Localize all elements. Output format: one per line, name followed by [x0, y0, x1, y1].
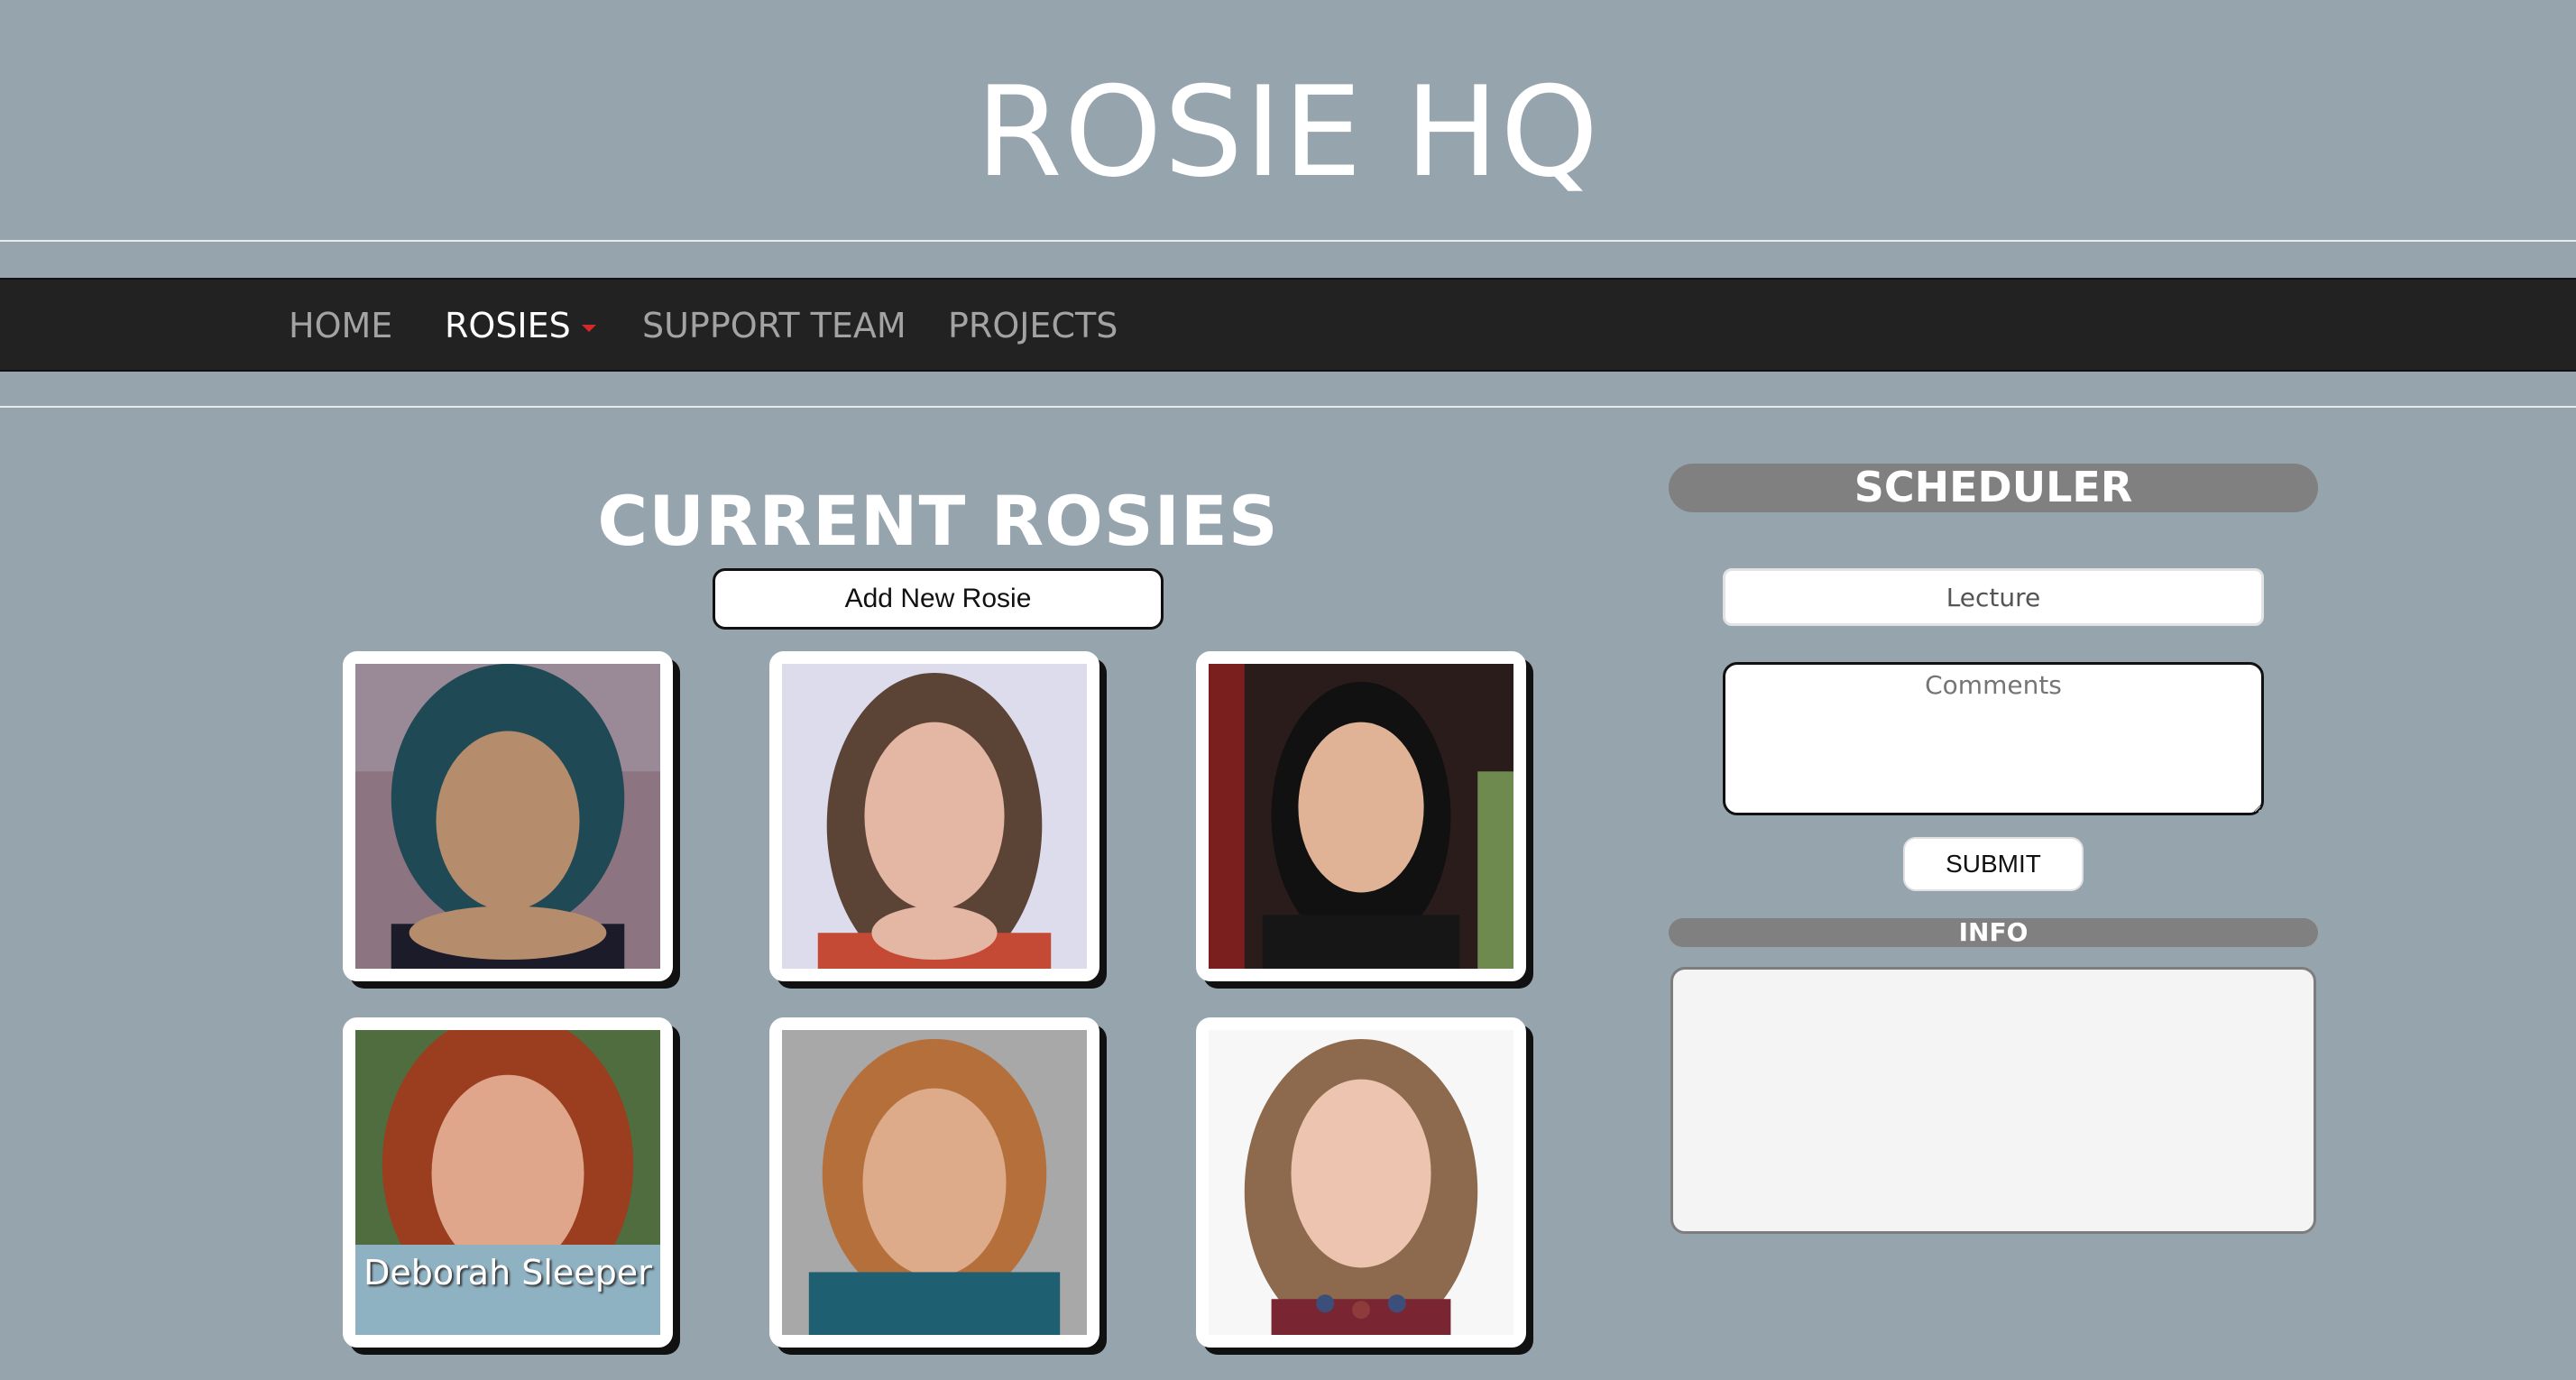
info-heading: INFO	[1669, 918, 2318, 947]
rosie-card[interactable]	[1196, 1017, 1526, 1348]
nav-home-label: HOME	[289, 306, 393, 345]
add-new-rosie-button[interactable]: Add New Rosie	[713, 568, 1164, 630]
submit-button[interactable]: SUBMIT	[1903, 837, 2084, 891]
info-panel	[1670, 967, 2316, 1234]
rosie-card[interactable]	[769, 1017, 1099, 1348]
scheduler-heading: SCHEDULER	[1669, 464, 2318, 512]
event-type-input[interactable]	[1723, 568, 2264, 626]
nav-rosies-label: ROSIES	[445, 306, 571, 345]
header-divider-top	[0, 240, 2576, 242]
main-navbar: HOME ROSIES SUPPORT TEAM PROJECTS	[0, 278, 2576, 372]
nav-rosies[interactable]: ROSIES	[445, 303, 596, 348]
rosie-card[interactable]: Deborah Sleeper	[343, 1017, 673, 1348]
rosie-photo: Deborah Sleeper	[355, 1030, 660, 1335]
rosie-card[interactable]	[343, 651, 673, 981]
rosie-photo	[782, 664, 1087, 969]
rosie-photo	[1209, 1030, 1513, 1335]
nav-support-team-label: SUPPORT TEAM	[642, 306, 906, 345]
rosie-name-label: Deborah Sleeper	[355, 1245, 660, 1335]
nav-projects-label: PROJECTS	[948, 306, 1118, 345]
nav-projects[interactable]: PROJECTS	[948, 303, 1118, 348]
comments-textarea[interactable]	[1723, 662, 2264, 815]
site-title: ROSIE HQ	[975, 60, 1601, 205]
nav-home[interactable]: HOME	[289, 303, 392, 348]
rosie-photo	[782, 1030, 1087, 1335]
rosie-photo	[355, 664, 660, 969]
rosie-card[interactable]	[769, 651, 1099, 981]
caret-down-icon	[581, 324, 596, 332]
rosie-card[interactable]	[1196, 651, 1526, 981]
nav-support-team[interactable]: SUPPORT TEAM	[642, 303, 906, 348]
nav-divider-bottom	[0, 406, 2576, 408]
current-rosies-heading: CURRENT ROSIES	[597, 481, 1279, 561]
rosie-photo	[1209, 664, 1513, 969]
